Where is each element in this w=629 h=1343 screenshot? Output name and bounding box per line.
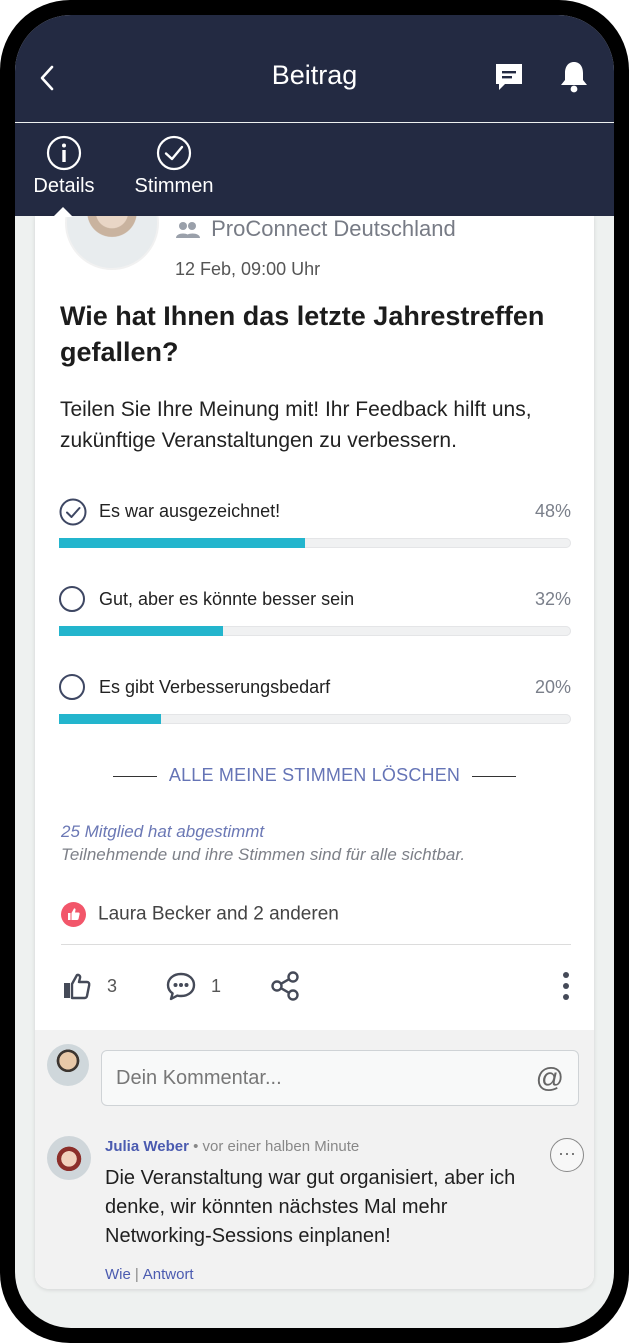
check-circle-icon: [156, 135, 192, 171]
radio-icon: [59, 586, 85, 612]
more-options-button[interactable]: [561, 970, 585, 1002]
comment-time: • vor einer halben Minute: [193, 1138, 360, 1155]
comment-reply-link[interactable]: Antwort: [143, 1266, 194, 1283]
poll-option-label: Es war ausgezeichnet!: [99, 501, 281, 521]
tab-details[interactable]: Details: [29, 135, 99, 198]
comment-input-area: Dein Kommentar... @: [35, 1030, 594, 1124]
poll-option-percent: 48%: [534, 501, 571, 521]
comment-text: Die Veranstaltung war gut organisiert, a…: [105, 1167, 516, 1247]
tab-votes-label: Stimmen: [134, 175, 214, 197]
poll-option-2[interactable]: Gut, aber es könnte besser sein 32%: [59, 586, 571, 646]
like-button[interactable]: 3: [61, 970, 117, 1002]
post-actions: 3 1: [61, 970, 571, 1006]
vote-info: 25 Mitglied hat abgestimmt Teilnehmende …: [61, 820, 465, 866]
comment-like-link[interactable]: Wie: [105, 1266, 131, 1283]
poll-option-track: [59, 538, 571, 548]
divider: [61, 944, 571, 945]
tab-votes[interactable]: Stimmen: [127, 135, 221, 198]
post-date: 12 Feb, 09:00 Uhr: [175, 259, 321, 279]
post-card: ProConnect Deutschland 12 Feb, 09:00 Uhr…: [35, 216, 594, 1289]
like-count: 3: [107, 975, 118, 996]
comment-author[interactable]: Julia Weber: [105, 1138, 189, 1155]
comment-meta: Julia Weber • vor einer halben Minute: [105, 1138, 359, 1155]
poll-option-bar: [59, 714, 162, 724]
poll-option-1[interactable]: Es war ausgezeichnet! 48%: [59, 498, 571, 558]
post-group[interactable]: ProConnect Deutschland: [175, 216, 456, 242]
poll-option-label: Es gibt Verbesserungsbedarf: [99, 677, 331, 697]
radio-icon: [59, 674, 85, 700]
poll-option-percent: 20%: [534, 677, 571, 697]
link-separator: |: [134, 1266, 139, 1283]
comment-placeholder: Dein Kommentar...: [116, 1067, 282, 1089]
share-icon: [271, 971, 299, 1001]
poll-option-label: Gut, aber es könnte besser sein: [99, 589, 355, 609]
mention-icon[interactable]: @: [536, 1063, 564, 1093]
comment-count: 1: [211, 975, 222, 996]
share-button[interactable]: [269, 970, 315, 1002]
current-user-avatar: [47, 1044, 89, 1086]
divider-line: [112, 775, 157, 777]
info-icon: [46, 135, 82, 171]
poll-option-percent: 32%: [534, 589, 571, 609]
poll-option-bar: [59, 626, 223, 636]
tab-bar: Details Stimmen: [15, 123, 614, 216]
active-tab-indicator: [53, 207, 73, 217]
tab-details-label: Details: [33, 175, 95, 197]
comment-options-button[interactable]: ···: [550, 1138, 584, 1172]
poll-option-track: [59, 714, 571, 724]
comment-button[interactable]: 1: [165, 970, 221, 1002]
more-vertical-icon: [563, 972, 569, 1000]
comment-item: Julia Weber • vor einer halben Minute ··…: [35, 1124, 594, 1289]
vote-visibility-note: Teilnehmende und ihre Stimmen sind für a…: [61, 845, 466, 864]
clear-votes-button[interactable]: ALLE MEINE STIMMEN LÖSCHEN: [35, 765, 594, 786]
likes-summary[interactable]: Laura Becker and 2 anderen: [61, 902, 339, 927]
comment-links: Wie | Antwort: [105, 1266, 194, 1283]
clear-votes-label: ALLE MEINE STIMMEN LÖSCHEN: [168, 765, 461, 785]
bell-icon[interactable]: [558, 59, 590, 93]
poll-option-track: [59, 626, 571, 636]
comment-bubble-icon: [166, 972, 196, 1001]
poll-option-bar: [59, 538, 305, 548]
checked-radio-icon: [59, 498, 87, 526]
divider-line: [472, 775, 517, 777]
app-header: Beitrag: [15, 15, 614, 122]
post-title: Wie hat Ihnen das letzte Jahrestreffen g…: [60, 301, 545, 367]
post-description: Teilen Sie Ihre Meinung mit! Ihr Feedbac…: [60, 398, 532, 452]
thumbs-up-icon: [64, 973, 91, 1000]
commenter-avatar[interactable]: [47, 1136, 91, 1180]
poll-option-3[interactable]: Es gibt Verbesserungsbedarf 20%: [59, 674, 571, 734]
app-screen: Beitrag Details Stimmen ProConnect Deuts…: [15, 15, 614, 1328]
comment-input[interactable]: Dein Kommentar... @: [101, 1050, 579, 1106]
likes-text: Laura Becker and 2 anderen: [98, 903, 339, 925]
group-icon: [176, 222, 200, 239]
vote-count[interactable]: 25 Mitglied hat abgestimmt: [61, 820, 465, 843]
like-badge-icon: [61, 902, 86, 927]
group-name: ProConnect Deutschland: [211, 216, 456, 241]
chat-icon[interactable]: [493, 61, 525, 93]
author-avatar[interactable]: [65, 216, 159, 270]
